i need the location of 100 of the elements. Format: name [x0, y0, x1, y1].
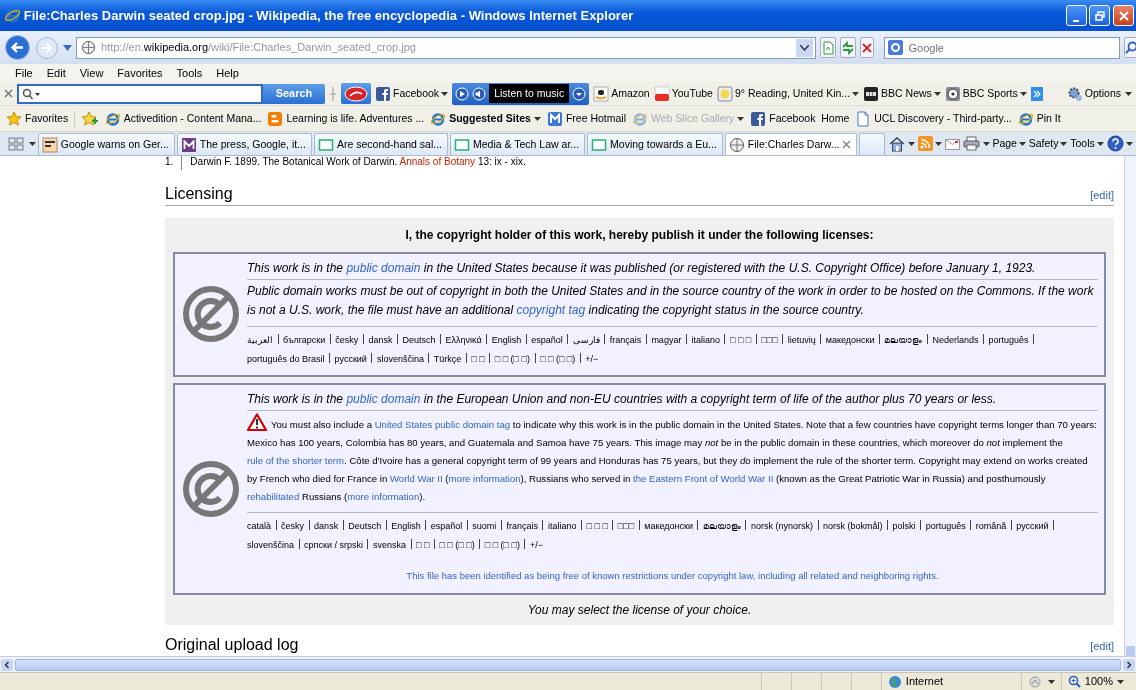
refresh-button[interactable]: [840, 37, 856, 58]
language-link[interactable]: français: [609, 335, 642, 346]
edit-link[interactable]: [edit]: [1090, 186, 1114, 204]
link[interactable]: World War II: [389, 473, 443, 485]
close-icon[interactable]: [842, 140, 852, 149]
language-link[interactable]: français: [506, 521, 538, 532]
link[interactable]: public domain: [346, 392, 421, 407]
command-menu[interactable]: Page: [992, 135, 1026, 152]
language-link[interactable]: lietuvių: [787, 335, 816, 346]
menu-item[interactable]: Favorites: [110, 64, 170, 82]
language-link[interactable]: □ □ □: [730, 335, 752, 346]
link[interactable]: copyright tag: [516, 303, 586, 318]
language-link[interactable]: español: [531, 335, 563, 346]
link[interactable]: the Eastern Front of World War II: [633, 473, 774, 485]
close-button[interactable]: [1113, 5, 1134, 26]
language-link[interactable]: magyar: [651, 335, 682, 346]
print-icon[interactable]: [962, 136, 980, 151]
language-link[interactable]: dansk: [368, 335, 393, 346]
address-dropdown[interactable]: [796, 38, 813, 57]
minimize-button[interactable]: [1065, 5, 1087, 26]
language-link[interactable]: Nederlands: [932, 335, 979, 346]
language-link[interactable]: slovenščina: [376, 354, 424, 365]
language-link[interactable]: română: [975, 521, 1007, 532]
close-icon[interactable]: [4, 89, 13, 98]
restore-button[interactable]: [1089, 5, 1111, 26]
menu-item[interactable]: View: [72, 64, 111, 82]
language-link[interactable]: русский: [1016, 521, 1049, 532]
language-link[interactable]: slovenščina: [247, 540, 295, 551]
language-link[interactable]: русский: [334, 354, 367, 365]
menu-item[interactable]: Tools: [169, 64, 210, 82]
language-link[interactable]: فارسی: [572, 335, 600, 346]
toolbar-search-field[interactable]: [17, 83, 263, 104]
link[interactable]: public domain: [346, 261, 421, 276]
back-button[interactable]: [4, 34, 31, 61]
favorite-link[interactable]: UCL Discovery - Third-party...: [855, 110, 1012, 127]
link[interactable]: United States public domain tag: [374, 419, 511, 431]
toolbar-link[interactable]: 9° Reading, United Kin...: [716, 85, 860, 102]
language-link[interactable]: norsk (nynorsk): [751, 521, 813, 532]
language-link[interactable]: español: [430, 521, 463, 532]
favorite-link[interactable]: Learning is life. Adventures ...: [267, 110, 425, 127]
address-field[interactable]: http://en.wikipedia.org/wiki/File:Charles_Darwin_seated_crop.jpg: [76, 36, 816, 59]
language-link[interactable]: italiano: [547, 521, 577, 532]
language-link[interactable]: English: [491, 335, 522, 346]
horizontal-scrollbar[interactable]: [15, 658, 1121, 671]
browser-tab[interactable]: Google warns on Ger...: [37, 133, 175, 155]
menu-item[interactable]: Help: [209, 64, 246, 82]
language-link[interactable]: □ □ □: [586, 521, 608, 532]
favorite-link[interactable]: Activedition - Content Mana...: [104, 110, 262, 127]
language-link[interactable]: English: [391, 521, 421, 532]
language-link[interactable]: português: [925, 521, 966, 532]
browser-tab[interactable]: The press, Google, it...: [176, 133, 312, 155]
command-menu[interactable]: Safety: [1028, 135, 1068, 152]
feed-icon[interactable]: [917, 136, 933, 151]
favorite-link[interactable]: Facebook Home: [750, 110, 850, 127]
language-link[interactable]: □ □ (□ □): [439, 540, 475, 551]
language-link[interactable]: српски / srpski: [304, 540, 363, 551]
language-link[interactable]: □ □ (□ □): [494, 354, 530, 365]
toolbar-link[interactable]: Amazon: [593, 85, 650, 102]
language-link[interactable]: suomi: [472, 521, 497, 532]
favorite-link[interactable]: Free Hotmail: [546, 110, 626, 127]
tab-list-icon[interactable]: [28, 141, 36, 146]
language-link[interactable]: Türkçe: [433, 354, 462, 365]
language-link[interactable]: Deutsch: [348, 521, 382, 532]
language-link[interactable]: norsk (bokmål): [823, 521, 883, 532]
language-link[interactable]: □ □: [471, 354, 485, 365]
command-menu[interactable]: Tools: [1070, 135, 1104, 152]
language-link[interactable]: العربية: [247, 335, 273, 346]
menu-item[interactable]: File: [8, 64, 40, 82]
language-link[interactable]: български: [283, 335, 326, 346]
link[interactable]: Annals of Botany: [399, 156, 476, 167]
add-favorite-icon[interactable]: [80, 110, 99, 127]
mail-icon[interactable]: [945, 137, 961, 150]
home-icon[interactable]: [889, 135, 906, 152]
language-link[interactable]: □ □ (□ □): [484, 540, 520, 551]
toolbar-link[interactable]: Facebook: [375, 85, 449, 102]
stop-button[interactable]: [860, 37, 874, 58]
language-link[interactable]: česky: [281, 521, 305, 532]
toolbar-link[interactable]: BBC Sports: [944, 85, 1027, 102]
search-field[interactable]: Google: [883, 36, 1120, 59]
language-link[interactable]: □ □: [416, 540, 430, 551]
favorites-button[interactable]: Favorites: [6, 110, 75, 127]
browser-tab[interactable]: Moving towards a Eu...: [587, 133, 723, 155]
language-link[interactable]: മലയാളം: [702, 521, 741, 532]
menu-item[interactable]: Edit: [39, 64, 73, 82]
zoom-level[interactable]: 100%: [1084, 673, 1113, 690]
browser-tab[interactable]: Media & Tech Law ar...: [450, 133, 586, 155]
language-link[interactable]: □□□: [617, 521, 635, 532]
language-link[interactable]: português do Brasil: [247, 354, 325, 365]
language-link[interactable]: česky: [335, 335, 359, 346]
dropdown-icon[interactable]: [572, 86, 587, 101]
history-dropdown[interactable]: [63, 44, 72, 51]
scroll-left-icon[interactable]: [1, 658, 13, 671]
link[interactable]: more information: [347, 491, 420, 503]
language-link[interactable]: македонски: [644, 521, 693, 532]
help-icon[interactable]: [1106, 135, 1124, 152]
more-icon[interactable]: [1030, 86, 1043, 101]
language-link[interactable]: Ελληνικά: [445, 335, 482, 346]
scroll-right-icon[interactable]: [1123, 658, 1135, 671]
language-link[interactable]: Deutsch: [402, 335, 436, 346]
toolbar-link[interactable]: BBC News: [863, 85, 941, 102]
